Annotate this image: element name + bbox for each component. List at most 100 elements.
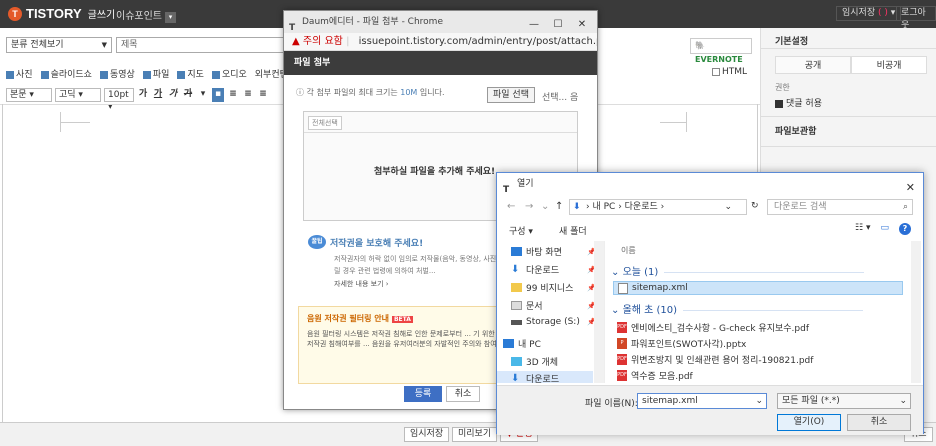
media-file-button[interactable]: 파일 — [142, 67, 169, 80]
close-icon[interactable]: ✕ — [906, 177, 915, 199]
organize-button[interactable]: 구성 ▾ — [509, 224, 533, 237]
align-center-icon[interactable]: ≡ — [242, 88, 254, 102]
category-select[interactable]: 분류 전체보기 ▼ — [6, 37, 112, 53]
nav-item-storage[interactable]: Storage (S:) 📌 — [511, 317, 596, 327]
chevron-down-icon[interactable]: ⌄ — [755, 394, 763, 408]
visibility-tabs: 공개 비공개 — [775, 56, 927, 74]
group-divider — [664, 271, 865, 273]
file-item[interactable]: P 파워포인트(SWOT사각).pptx — [617, 337, 746, 350]
map-icon — [177, 70, 186, 79]
blog-selector[interactable]: 이슈포인트 ▾ — [116, 7, 176, 23]
file-storage-title[interactable]: 파일보관함 — [775, 124, 816, 137]
nav-item-this-pc[interactable]: 내 PC — [503, 337, 541, 350]
refresh-icon[interactable]: ↻ — [751, 201, 759, 211]
nav-label: 다운로드 — [526, 374, 560, 384]
filename-input[interactable]: sitemap.xml ⌄ — [637, 393, 767, 409]
align-left-icon[interactable]: ≡ — [227, 88, 239, 102]
nav-item-documents[interactable]: 문서 📌 — [511, 299, 596, 312]
view-options-icon[interactable]: ☷ ▾ — [855, 223, 870, 235]
preview-button[interactable]: 미리보기 — [452, 427, 498, 442]
new-folder-button[interactable]: 새 폴더 — [559, 224, 587, 237]
filetype-select[interactable]: 모든 파일 (*.*) ⌄ — [777, 393, 911, 409]
file-item[interactable]: PDF 위변조방지 및 인쇄관련 용어 정리-190821.pdf — [617, 353, 813, 366]
address-bar[interactable]: ▲ 주의 요함 | issuepoint.tistory.com/admin/e… — [284, 33, 597, 51]
slideshow-icon — [40, 70, 49, 79]
open-button[interactable]: 열기(O) — [777, 414, 841, 431]
media-photo-button[interactable]: 사진 — [6, 67, 33, 80]
choose-file-button[interactable]: 파일 선택 — [487, 87, 535, 103]
paragraph-style-select[interactable]: 본문 ▾ — [6, 88, 52, 102]
register-button[interactable]: 등록 — [404, 386, 442, 402]
chevron-down-icon: ⌄ — [899, 396, 907, 406]
chevron-down-icon[interactable]: ⌄ — [724, 200, 732, 214]
chevron-down-icon[interactable]: ⌄ — [541, 201, 549, 212]
media-audio-button[interactable]: 오디오 — [211, 67, 247, 80]
search-placeholder: 다운로드 검색 — [774, 202, 827, 212]
checkbox-checked[interactable] — [775, 99, 783, 108]
nav-pane-scrollbar[interactable] — [594, 241, 604, 383]
path-breadcrumb[interactable]: ⬇ › 내 PC › 다운로드 › ⌄ — [569, 199, 747, 215]
checkbox[interactable] — [712, 67, 720, 76]
temp-save-list-button[interactable]: 임시저장 ( ) ▾ — [836, 6, 902, 21]
group-divider — [683, 309, 864, 311]
column-header-name[interactable]: 이름 — [621, 245, 636, 256]
font-size-select[interactable]: 10pt ▾ — [104, 88, 134, 112]
nav-label: 문서 — [526, 302, 543, 312]
dialog-cancel-button[interactable]: 취소 — [847, 414, 911, 431]
file-list: 이름 ⌄ 오늘 (1) sitemap.xml ⌄ 올해 초 (10) PDF 엔… — [607, 241, 913, 383]
media-label: 오디오 — [221, 70, 247, 80]
allow-comments-checkbox[interactable]: 댓글 허용 — [775, 96, 822, 109]
file-item[interactable]: PDF 엔비에스티_검수사항 - G-check 유지보수.pdf — [617, 321, 809, 334]
file-list-scrollbar[interactable] — [911, 241, 921, 383]
private-option[interactable]: 비공개 — [851, 56, 927, 74]
title-input[interactable]: 제목 — [116, 37, 286, 53]
italic-button[interactable]: 가 — [167, 88, 179, 102]
media-video-button[interactable]: 동영상 — [99, 67, 135, 80]
text-color-icon[interactable]: ▾ — [197, 88, 209, 102]
divider — [304, 132, 577, 133]
nav-item-3d-objects[interactable]: 3D 개체 — [511, 355, 558, 368]
underline-button[interactable]: 가 — [152, 88, 164, 102]
breadcrumb-downloads[interactable]: 다운로드 — [625, 202, 658, 212]
popup-titlebar: T Daum에디터 - 파일 첨부 - Chrome — ☐ ✕ — [284, 11, 597, 33]
breadcrumb-pc[interactable]: 내 PC — [592, 202, 615, 212]
highlight-icon[interactable]: ▪ — [212, 88, 224, 102]
bold-button[interactable]: 가 — [137, 88, 149, 102]
navigation-bar: ← → ⌄ ↑ ⬇ › 내 PC › 다운로드 › ⌄ ↻ 다운로드 검색 ⌕ — [497, 197, 923, 217]
url-text: issuepoint.tistory.com/admin/entry/post/… — [358, 36, 597, 47]
group-this-year[interactable]: ⌄ 올해 초 (10) — [611, 301, 864, 316]
forward-arrow-icon[interactable]: → — [525, 201, 533, 212]
security-warning[interactable]: 주의 요함 — [303, 36, 343, 47]
chevron-down-icon: ▼ — [101, 41, 107, 49]
evernote-label: EVERNOTE — [695, 55, 743, 64]
up-arrow-icon[interactable]: ↑ — [555, 201, 563, 212]
file-item[interactable]: PDF 역수증 모음.pdf — [617, 369, 693, 382]
logo-text: TISTORY — [26, 6, 82, 21]
evernote-button[interactable]: 🐘 EVERNOTE — [690, 38, 752, 64]
align-right-icon[interactable]: ≡ — [257, 88, 269, 102]
select-all-button[interactable]: 전체선택 — [308, 116, 342, 130]
temp-save-button[interactable]: 임시저장 — [404, 427, 450, 442]
strikethrough-button[interactable]: 가 — [182, 88, 194, 102]
nav-item-business[interactable]: 99 비지니스 📌 — [511, 281, 596, 294]
tistory-logo[interactable]: T TISTORY 글쓰기 — [8, 6, 115, 21]
nav-label: 다운로드 — [526, 266, 560, 276]
nav-item-downloads[interactable]: ⬇ 다운로드 📌 — [511, 263, 596, 277]
back-arrow-icon[interactable]: ← — [507, 201, 515, 212]
file-item-selected[interactable]: sitemap.xml — [613, 281, 903, 295]
media-map-button[interactable]: 지도 — [177, 67, 204, 80]
logout-button[interactable]: 로그아웃 — [896, 6, 936, 31]
copyright-more-link[interactable]: 자세한 내용 보기 › — [334, 279, 389, 289]
popup-cancel-button[interactable]: 취소 — [446, 386, 480, 402]
media-slideshow-button[interactable]: 슬라이드쇼 — [40, 67, 92, 80]
basic-settings-title[interactable]: 기본설정 — [775, 34, 808, 47]
preview-pane-icon[interactable]: ▭ — [880, 223, 889, 235]
nav-item-desktop[interactable]: 바탕 화면 📌 — [511, 245, 596, 258]
html-mode-toggle[interactable]: HTML — [712, 67, 747, 77]
search-input[interactable]: 다운로드 검색 ⌕ — [767, 199, 913, 215]
font-select[interactable]: 고딕 ▾ — [55, 88, 101, 102]
help-icon[interactable]: ? — [899, 223, 911, 235]
public-option[interactable]: 공개 — [775, 56, 851, 74]
group-today[interactable]: ⌄ 오늘 (1) — [611, 263, 865, 278]
nav-item-downloads-pc[interactable]: ⬇ 다운로드 — [497, 371, 593, 383]
